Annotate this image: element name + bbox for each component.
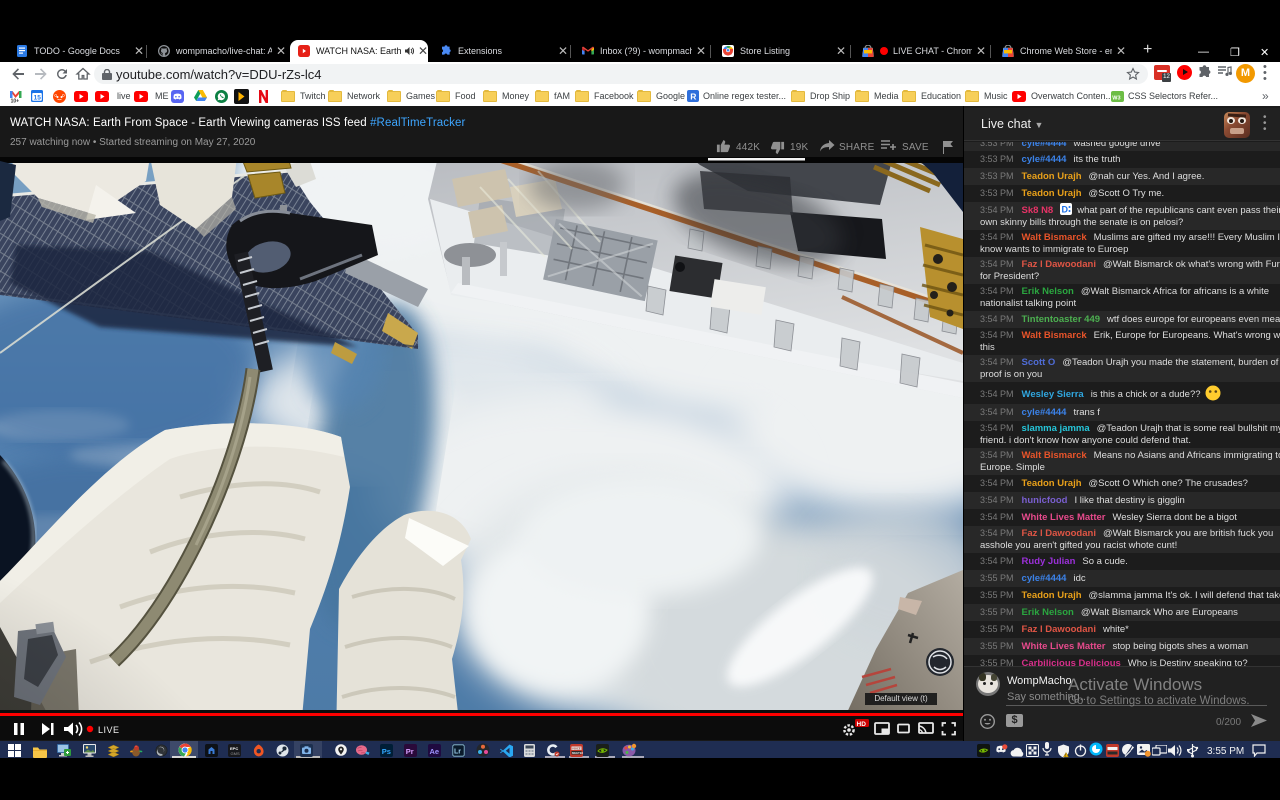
svg-text:10+: 10+ — [11, 99, 20, 103]
svg-text:Ps: Ps — [382, 747, 391, 756]
svg-text:Ae: Ae — [430, 747, 440, 756]
svg-text:R: R — [690, 91, 696, 101]
svg-text:HD: HD — [857, 721, 867, 728]
svg-text:LIVE: LIVE — [98, 725, 120, 735]
svg-text:!: ! — [1065, 754, 1066, 758]
svg-text:D: D — [1062, 205, 1069, 215]
svg-text:Lr: Lr — [454, 749, 461, 756]
svg-text:VOICE: VOICE — [572, 746, 581, 750]
svg-text:W3: W3 — [1112, 95, 1120, 101]
svg-text:Pr: Pr — [406, 747, 414, 756]
svg-text:15: 15 — [34, 95, 42, 102]
svg-text:GMS: GMS — [231, 751, 240, 756]
svg-text:MEETER: MEETER — [572, 751, 583, 755]
